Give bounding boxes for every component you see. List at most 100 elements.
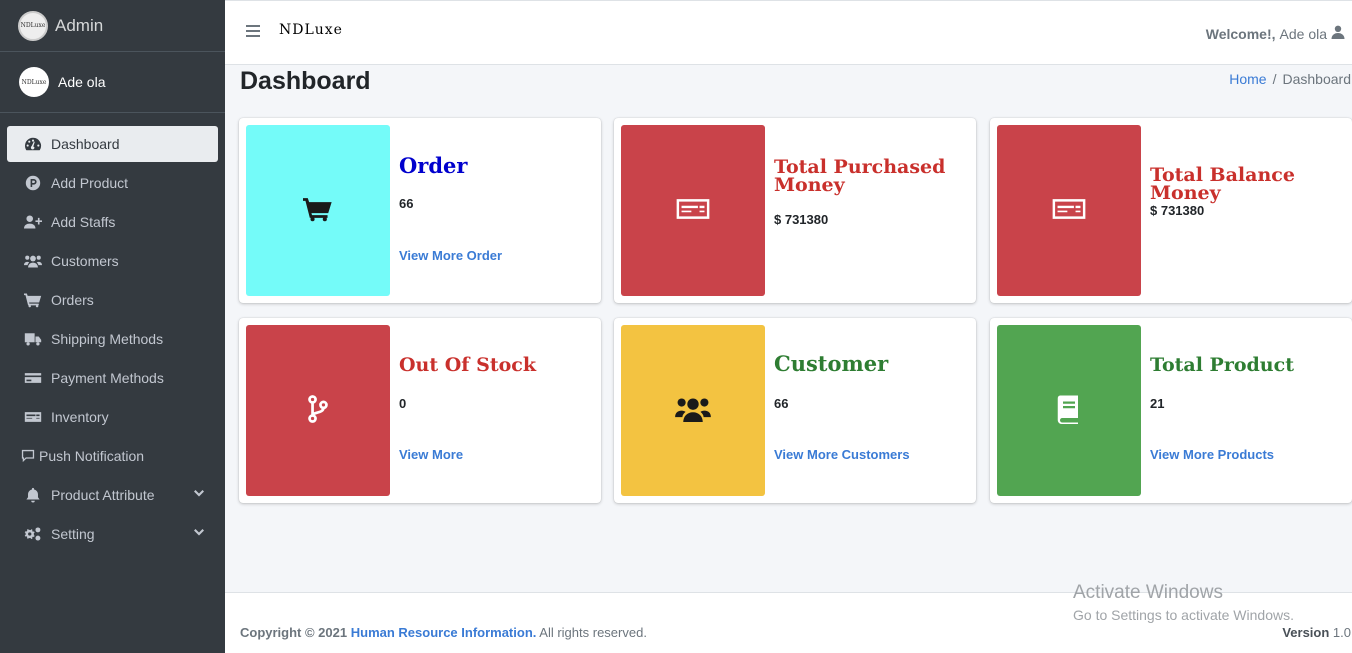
view-more-order-link[interactable]: View More Order [399,248,502,263]
bell-icon [23,486,43,504]
sidebar-item-label: Orders [51,292,94,308]
sidebar-item-add-product[interactable]: Add Product [7,165,218,201]
money-check-icon [1051,194,1087,228]
watermark-title: Activate Windows [1073,582,1223,603]
footer-copyright: Copyright © 2021 Human Resource Informat… [240,625,647,640]
order-tile [246,125,390,296]
sidebar-item-setting[interactable]: Setting [7,516,218,552]
user-panel[interactable]: NDLuxe Ade ola [0,52,225,113]
balance-money-tile [997,125,1141,296]
brand-name: Admin [55,15,104,35]
card-value: 66 [774,396,789,411]
top-navbar: NDLuxe Welcome!, Ade ola [225,0,1352,65]
sidebar-item-label: Shipping Methods [51,331,164,347]
users-icon [675,396,711,426]
truck-icon [23,330,43,348]
breadcrumb-separator: / [1272,71,1277,87]
breadcrumb: Home / Dashboard [1229,71,1351,87]
avatar: NDLuxe [19,67,49,97]
sidebar-item-label: Inventory [51,409,109,425]
header-logo[interactable]: NDLuxe [279,22,343,38]
sidebar-item-label: Add Staffs [51,214,116,230]
sidebar: NDLuxe Admin NDLuxe Ade ola Dashboard Ad… [0,0,225,653]
sidebar-item-dashboard[interactable]: Dashboard [7,126,218,162]
sidebar-item-shipping-methods[interactable]: Shipping Methods [7,321,218,357]
cart-icon [23,291,43,309]
card-value: 66 [399,196,414,211]
sidebar-item-label: Setting [51,526,95,542]
card-value: $ 731380 [1150,203,1205,218]
sidebar-item-product-attribute[interactable]: Product Attribute [7,477,218,513]
sidebar-item-payment-methods[interactable]: Payment Methods [7,360,218,396]
rights-text: All rights reserved. [539,625,647,640]
windows-activation-watermark: Activate Windows Go to Settings to activ… [1073,582,1294,623]
money-check-icon [675,194,711,228]
total-purchased-money-card: Total Purchased Money $ 731380 [614,118,976,303]
sidebar-item-label: Dashboard [51,136,120,152]
user-name: Ade ola [58,74,106,90]
total-product-tile [997,325,1141,496]
tachometer-icon [23,135,43,153]
user-plus-icon [23,213,43,231]
users-icon [23,252,43,270]
copyright-text: Copyright © 2021 [240,625,348,640]
menu-toggle-icon[interactable] [246,25,260,39]
cart-icon [303,196,333,226]
version-number: 1.0 [1332,625,1351,640]
breadcrumb-current: Dashboard [1282,71,1352,87]
sidebar-item-customers[interactable]: Customers [7,243,218,279]
avatar-text: NDLuxe [21,78,47,86]
view-more-link[interactable]: View More [399,447,463,462]
sidebar-item-label: Push Notification [39,448,145,464]
welcome-name: Ade ola [1279,25,1327,42]
book-icon [1057,394,1081,428]
card-title: Total Purchased Money [774,156,946,196]
view-more-products-link[interactable]: View More Products [1150,447,1274,462]
sidebar-item-orders[interactable]: Orders [7,282,218,318]
welcome-label: Welcome!, [1205,25,1276,42]
card-title: Total Product [1150,354,1294,376]
code-branch-icon [307,394,329,428]
card-title: Total Balance Money [1150,164,1295,204]
brand-logo-text: NDLuxe [20,22,46,29]
card-value: 21 [1150,396,1165,411]
credit-card-icon [23,369,43,387]
sidebar-item-push-notification[interactable]: Push Notification [7,438,218,474]
footer-version: Version 1.0 [1282,625,1351,640]
total-balance-money-card: Total Balance Money $ 731380 [990,118,1352,303]
version-label: Version [1282,625,1330,640]
comment-icon [21,447,35,465]
sidebar-nav: Dashboard Add Product Add Staffs Custome… [0,113,225,552]
sidebar-item-label: Product Attribute [51,487,155,503]
brand-link[interactable]: NDLuxe Admin [0,0,225,52]
chevron-down-icon [193,487,205,503]
product-p-icon [23,174,43,192]
user-icon [1327,25,1345,42]
total-product-card: Total Product 21 View More Products [990,318,1352,503]
sidebar-item-label: Add Product [51,175,129,191]
company-link[interactable]: Human Resource Information. [351,625,537,640]
card-title: Out Of Stock [399,354,536,376]
customer-tile [621,325,765,496]
sidebar-item-add-staffs[interactable]: Add Staffs [7,204,218,240]
user-menu[interactable]: Welcome!, Ade ola [1206,25,1345,42]
money-check-icon [23,408,43,426]
cogs-icon [23,525,43,543]
view-more-customers-link[interactable]: View More Customers [774,447,910,462]
card-value: $ 731380 [774,212,829,227]
out-of-stock-card: Out Of Stock 0 View More [239,318,601,503]
breadcrumb-home-link[interactable]: Home [1229,71,1266,87]
sidebar-item-label: Customers [51,253,119,269]
chevron-down-icon [193,526,205,542]
sidebar-item-inventory[interactable]: Inventory [7,399,218,435]
card-title: Order [399,153,468,178]
customer-card: Customer 66 View More Customers [614,318,976,503]
watermark-subtitle: Go to Settings to activate Windows. [1073,607,1294,623]
out-of-stock-tile [246,325,390,496]
order-card: Order 66 View More Order [239,118,601,303]
page-title: Dashboard [240,67,371,95]
card-value: 0 [399,396,407,411]
sidebar-item-label: Payment Methods [51,370,164,386]
brand-logo: NDLuxe [18,10,48,41]
card-title: Customer [774,351,889,376]
